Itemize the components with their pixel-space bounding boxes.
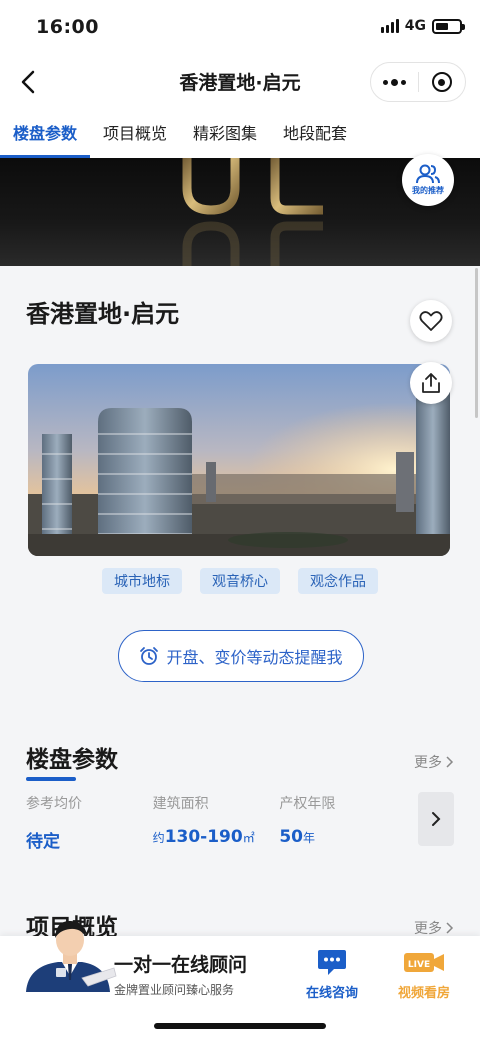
tab-bar: 楼盘参数 项目概览 精彩图集 地段配套 <box>0 112 480 158</box>
params-list: 参考均价 待定 建筑面积 约130-190㎡ 产权年限 50年 <box>26 793 406 852</box>
alarm-clock-icon <box>140 647 159 665</box>
status-icons: 4G <box>380 18 465 34</box>
param-property-years: 产权年限 50年 <box>279 793 406 852</box>
gold-letters-graphic <box>182 158 323 215</box>
online-consult-button[interactable]: 在线咨询 <box>294 948 370 1001</box>
param-value: 待定 <box>26 832 60 852</box>
param-label: 参考均价 <box>26 796 82 812</box>
project-tags: 城市地标 观音桥心 观念作品 <box>0 568 480 594</box>
tag-item: 观音桥心 <box>200 568 280 594</box>
params-more-link[interactable]: 更多 <box>414 752 454 772</box>
tag-item: 城市地标 <box>102 568 182 594</box>
my-recommend-button[interactable]: 我的推荐 <box>402 154 454 206</box>
advisor-title: 一对一在线顾问 <box>114 954 248 976</box>
users-icon <box>416 164 440 184</box>
dynamic-remind-button[interactable]: 开盘、变价等动态提醒我 <box>118 630 364 682</box>
share-button[interactable] <box>410 362 452 404</box>
param-value: 50年 <box>279 827 316 847</box>
tab-overview[interactable]: 项目概览 <box>90 112 180 158</box>
share-icon <box>422 373 440 393</box>
remind-label: 开盘、变价等动态提醒我 <box>166 648 343 667</box>
advisor-avatar <box>26 920 117 992</box>
city-skyline-image <box>28 364 450 556</box>
tab-location[interactable]: 地段配套 <box>270 112 360 158</box>
chevron-right-icon <box>432 812 441 826</box>
chevron-right-icon <box>446 922 454 934</box>
bottom-bar: 一对一在线顾问 金牌置业顾问臻心服务 在线咨询 LIVE 视频看房 <box>0 920 480 1039</box>
gold-letters-reflection <box>182 221 323 266</box>
more-label: 更多 <box>414 755 442 771</box>
tab-params[interactable]: 楼盘参数 <box>0 112 91 158</box>
param-label: 产权年限 <box>279 796 336 812</box>
project-render-image[interactable] <box>28 364 450 556</box>
heart-icon <box>419 311 443 331</box>
params-next-button[interactable] <box>418 792 454 846</box>
online-consult-label: 在线咨询 <box>305 986 358 1001</box>
signal-icon <box>380 19 399 33</box>
overview-more-link[interactable]: 更多 <box>414 918 454 938</box>
chat-bubble-icon <box>318 950 346 975</box>
param-value: 约130-190㎡ <box>152 827 255 847</box>
live-video-icon: LIVE <box>404 953 444 972</box>
status-bar: 16:00 4G <box>0 0 480 56</box>
status-time: 16:00 <box>36 16 99 38</box>
more-menu-button[interactable] <box>371 63 418 101</box>
params-section-title: 楼盘参数 <box>26 747 118 773</box>
main-content: 香港置地·启元 城市地标 观音桥心 观念作品 开盘、变价等动态提醒我 楼盘参数 … <box>0 266 480 941</box>
more-label: 更多 <box>414 921 442 937</box>
nav-bar: 香港置地·启元 <box>0 56 480 108</box>
param-label: 建筑面积 <box>152 796 209 812</box>
target-icon <box>431 72 452 92</box>
favorite-button[interactable] <box>410 300 452 342</box>
params-title-underline <box>26 777 76 781</box>
param-price: 参考均价 待定 <box>26 793 153 852</box>
project-title: 香港置地·启元 <box>26 300 180 328</box>
scrollbar[interactable] <box>475 268 478 418</box>
recommend-label: 我的推荐 <box>412 186 444 195</box>
tag-item: 观念作品 <box>298 568 378 594</box>
network-type: 4G <box>404 18 426 34</box>
more-dots-icon <box>382 78 406 86</box>
video-tour-label: 视频看房 <box>397 986 450 1001</box>
miniapp-capsule <box>370 62 466 102</box>
tab-gallery[interactable]: 精彩图集 <box>180 112 270 158</box>
video-tour-button[interactable]: LIVE 视频看房 <box>386 948 462 1001</box>
chevron-right-icon <box>446 756 454 768</box>
home-indicator <box>154 1023 326 1029</box>
battery-icon <box>432 18 465 34</box>
close-miniapp-button[interactable] <box>419 63 466 101</box>
advisor-subtitle: 金牌置业顾问臻心服务 <box>114 983 235 997</box>
param-area: 建筑面积 约130-190㎡ <box>153 793 280 852</box>
live-badge-text: LIVE <box>408 960 430 970</box>
